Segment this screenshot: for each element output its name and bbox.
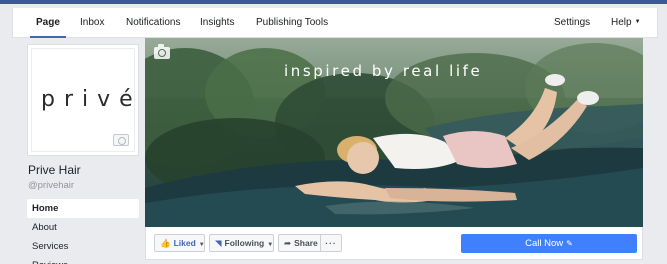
thumbs-up-icon: 👍	[160, 238, 171, 248]
profile-picture-image: privé	[31, 48, 135, 152]
page-side-nav: Home About Services Reviews	[27, 199, 139, 264]
share-arrow-icon: ➦	[284, 238, 292, 248]
tab-publishing-tools[interactable]: Publishing Tools	[256, 8, 328, 38]
page-name[interactable]: Prive Hair	[28, 163, 81, 177]
brand-logo: privé	[41, 87, 142, 112]
pencil-icon: ✎	[566, 239, 573, 248]
call-now-label: Call Now	[525, 238, 564, 249]
tab-notifications[interactable]: Notifications	[126, 8, 180, 38]
tab-help[interactable]: Help ▼	[611, 8, 641, 38]
share-button[interactable]: ➦ Share	[278, 234, 322, 252]
liked-label: Liked	[173, 238, 196, 248]
caret-down-icon: ▼	[634, 19, 641, 25]
side-nav-item-services[interactable]: Services	[27, 237, 139, 256]
caret-down-icon: ▼	[267, 242, 274, 248]
following-button[interactable]: ◥ Following ▼	[209, 234, 274, 252]
camera-icon[interactable]	[154, 44, 170, 59]
page-admin-tab-bar: Page Inbox Notifications Insights Publis…	[12, 8, 658, 38]
rss-feed-icon: ◥	[215, 238, 222, 248]
cover-photo[interactable]: inspired by real life	[145, 38, 643, 227]
tab-inbox[interactable]: Inbox	[80, 8, 104, 38]
side-nav-item-about[interactable]: About	[27, 218, 139, 237]
camera-icon[interactable]	[113, 134, 129, 146]
help-label: Help	[611, 17, 632, 29]
tab-insights[interactable]: Insights	[200, 8, 234, 38]
liked-button[interactable]: 👍 Liked ▼	[154, 234, 205, 252]
share-label: Share	[294, 238, 318, 248]
profile-picture[interactable]: privé	[27, 44, 139, 156]
cover-tagline: inspired by real life	[284, 62, 483, 80]
caret-down-icon: ▼	[198, 242, 205, 248]
tab-page[interactable]: Page	[30, 8, 66, 38]
page-handle[interactable]: @privehair	[28, 180, 74, 191]
tab-settings[interactable]: Settings	[554, 8, 590, 38]
call-now-button[interactable]: Call Now ✎	[461, 234, 637, 253]
more-options-button[interactable]: ···	[320, 234, 342, 252]
side-nav-item-home[interactable]: Home	[27, 199, 139, 218]
following-label: Following	[224, 238, 265, 248]
side-nav-item-reviews[interactable]: Reviews	[27, 256, 139, 264]
page-action-bar: 👍 Liked ▼ ◥ Following ▼ ➦ Share ··· Call Now ✎	[145, 227, 643, 260]
